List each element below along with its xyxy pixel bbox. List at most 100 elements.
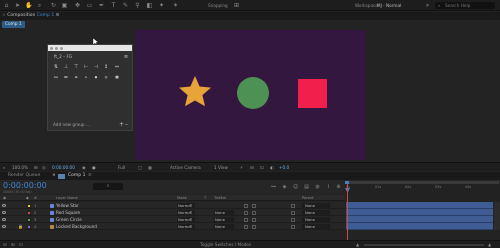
chevron-down-icon[interactable]: ▾ xyxy=(190,224,192,228)
panel-zoom-icon[interactable] xyxy=(60,46,63,50)
fast-preview-icon[interactable]: ⚡ xyxy=(240,164,243,171)
snapping-icon[interactable]: ⊞ xyxy=(233,2,240,9)
grid-icon[interactable]: ⊞ xyxy=(34,164,38,171)
switch-shy[interactable] xyxy=(244,217,248,222)
magnifier-icon[interactable]: ⌕ xyxy=(3,164,5,171)
layer-duration-bar[interactable] xyxy=(346,202,493,209)
timeline-options-icon[interactable]: ⊕ xyxy=(335,184,342,191)
snapping-label[interactable]: Snapping xyxy=(208,3,228,8)
pickwhip-icon[interactable] xyxy=(291,203,295,208)
zoom-select[interactable]: 100.0% xyxy=(12,164,28,171)
layer-duration-bar[interactable] xyxy=(346,223,493,230)
tool-c-icon[interactable]: ⊤ xyxy=(73,64,79,70)
tool-j-icon[interactable]: ⚭ xyxy=(73,75,79,81)
lock-icon[interactable]: 🔒 xyxy=(18,224,23,229)
draft-3d-icon[interactable]: ◈ xyxy=(281,184,288,191)
workspace-select[interactable]: MJ - Normal xyxy=(377,3,401,8)
layer-row[interactable]: 🔒 4 Locked Background Normal ▾ None None xyxy=(0,223,345,230)
tool-a-icon[interactable]: ⇅ xyxy=(53,64,59,70)
tool-m-icon[interactable]: ⚪ xyxy=(103,75,109,81)
graph-editor-icon[interactable]: ⌇ xyxy=(325,184,332,191)
chevron-down-icon[interactable]: ▾ xyxy=(190,210,192,214)
tool-d-icon[interactable]: ⊢ xyxy=(83,64,89,70)
region-icon[interactable]: ▢ xyxy=(138,164,142,171)
pickwhip-icon[interactable] xyxy=(291,224,295,229)
chevron-down-icon[interactable]: ▾ xyxy=(190,203,192,207)
exposure-icon[interactable]: ◐ xyxy=(270,164,274,171)
layer-row[interactable]: 3 Green Circle Normal ▾ None None xyxy=(0,216,345,223)
resolution-select[interactable]: Full xyxy=(118,164,125,171)
mask-icon[interactable]: ◎ xyxy=(42,164,46,171)
search-help-input[interactable]: ⌕ Search Help xyxy=(435,2,495,9)
add-new-group-label[interactable]: Add new group ... xyxy=(53,122,90,127)
layer-switches-icon[interactable]: ⊟ xyxy=(3,242,7,247)
panel-close-icon[interactable] xyxy=(50,46,53,50)
menu-icon[interactable]: ≡ xyxy=(88,173,92,178)
eraser-tool-icon[interactable]: ◧ xyxy=(146,2,153,9)
chevron-down-icon[interactable]: ▾ xyxy=(190,217,192,221)
home-icon[interactable]: ⌂ xyxy=(3,2,10,9)
pan-behind-tool-icon[interactable]: ✥ xyxy=(74,2,81,9)
shy-layers-icon[interactable]: ☺ xyxy=(292,184,299,191)
label-color-swatch[interactable] xyxy=(27,203,31,208)
comp-mini-flowchart-icon[interactable]: ⊶ xyxy=(270,184,277,191)
zoom-out-icon[interactable]: ▲ xyxy=(356,242,359,247)
rectangle-tool-icon[interactable]: ▭ xyxy=(86,2,93,9)
pickwhip-icon[interactable] xyxy=(291,217,295,222)
tool-e-icon[interactable]: ⊣ xyxy=(93,64,99,70)
layer-name[interactable]: Green Circle xyxy=(56,217,82,222)
clone-stamp-tool-icon[interactable]: ⚲ xyxy=(134,2,141,9)
panel-menu-icon[interactable]: ≡ xyxy=(123,54,129,60)
trkmat-select[interactable]: None xyxy=(214,210,234,215)
zoom-tool-icon[interactable]: ⌕ xyxy=(36,2,43,9)
tool-l-icon[interactable]: ⚫ xyxy=(93,75,99,81)
playhead-line[interactable] xyxy=(347,184,348,248)
tool-h-icon[interactable]: ⚯ xyxy=(53,75,59,81)
switch-collapse[interactable] xyxy=(252,210,256,215)
switch-collapse[interactable] xyxy=(252,203,256,208)
layer-name[interactable]: Yellow Star xyxy=(56,203,79,208)
toggle-switches-modes[interactable]: Toggle Switches / Modes xyxy=(200,242,251,247)
visibility-eye-icon[interactable] xyxy=(2,217,6,221)
zoom-in-icon[interactable]: ▲ xyxy=(488,242,491,247)
panel-titlebar[interactable] xyxy=(48,45,132,51)
timeline-scroll-edge[interactable] xyxy=(494,202,500,230)
switch-shy[interactable] xyxy=(244,210,248,215)
add-group-button[interactable]: + xyxy=(119,121,124,128)
puppet-tool-icon[interactable]: ✶ xyxy=(172,2,179,9)
brush-tool-icon[interactable]: ✎ xyxy=(122,2,129,9)
parent-select[interactable]: None xyxy=(302,217,330,222)
label-color-swatch[interactable] xyxy=(27,217,31,222)
pickwhip-icon[interactable] xyxy=(291,210,295,215)
parent-select[interactable]: None xyxy=(302,224,330,229)
timeline-search-input[interactable]: ⌕ xyxy=(93,183,123,190)
roto-brush-tool-icon[interactable]: ✦ xyxy=(158,2,165,9)
view-layout-select[interactable]: 1 View xyxy=(214,164,228,171)
layer-name[interactable]: Locked Background xyxy=(56,224,97,229)
remove-group-button[interactable]: – xyxy=(125,121,128,128)
mode-select[interactable]: Normal xyxy=(177,210,195,215)
work-area-bar[interactable] xyxy=(345,181,499,184)
parent-select[interactable]: None xyxy=(302,210,330,215)
hand-tool-icon[interactable]: ✋ xyxy=(25,2,32,9)
time-ruler[interactable]: 0s 01s 02s 03s 04s xyxy=(345,181,500,194)
layer-duration-bar[interactable] xyxy=(346,209,493,216)
viewer-timecode[interactable]: 0:00:00:00 xyxy=(52,164,75,171)
tool-f-icon[interactable]: ↕ xyxy=(103,64,109,70)
tab-comp-1[interactable]: Comp 1 xyxy=(68,173,85,178)
transparency-grid-icon[interactable]: ▦ xyxy=(148,164,152,171)
transfer-controls-icon[interactable]: ⊞ xyxy=(11,242,15,247)
tool-b-icon[interactable]: ⊥ xyxy=(63,64,69,70)
label-color-swatch[interactable] xyxy=(27,224,31,229)
rotate-tool-icon[interactable]: ↻ xyxy=(50,2,57,9)
tab-render-queue[interactable]: Render Queue xyxy=(8,173,40,178)
switch-collapse[interactable] xyxy=(252,217,256,222)
mode-select[interactable]: Normal xyxy=(177,217,195,222)
tool-i-icon[interactable]: ⚮ xyxy=(63,75,69,81)
current-time-display[interactable]: 0:00:00:00 xyxy=(3,181,47,190)
trkmat-select[interactable]: None xyxy=(214,217,234,222)
layer-name[interactable]: Red Square xyxy=(56,210,80,215)
exposure-value[interactable]: +0.0 xyxy=(279,164,289,171)
label-color-swatch[interactable] xyxy=(27,210,31,215)
close-icon[interactable]: × xyxy=(52,173,56,178)
